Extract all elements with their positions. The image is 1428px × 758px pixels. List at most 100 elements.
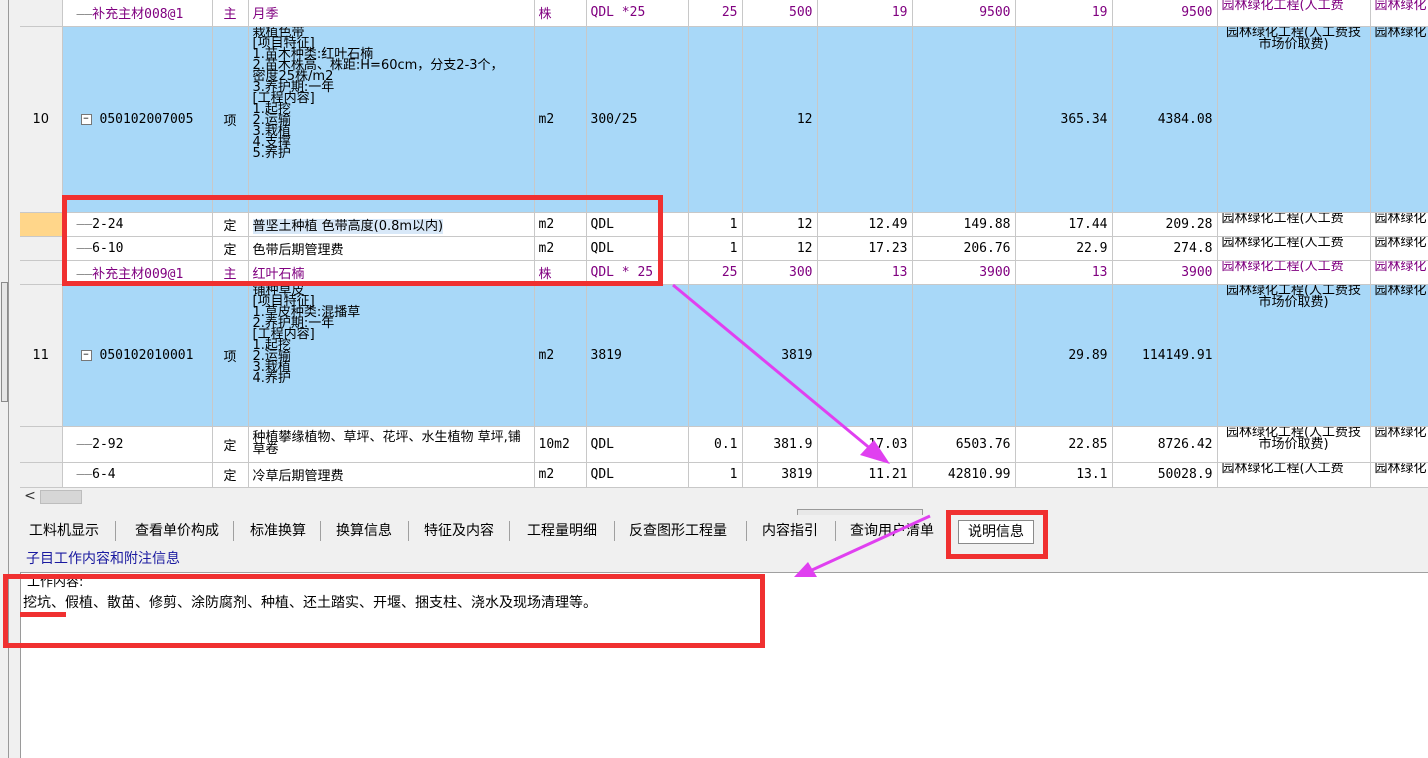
expression-cell[interactable]: QDL	[586, 236, 689, 261]
kind-cell[interactable]: 定	[212, 462, 249, 487]
code-cell[interactable]: —— 6-4	[62, 462, 213, 487]
composite-price-cell[interactable]: 29.89	[1015, 284, 1113, 427]
name-cell[interactable]: 红叶石楠	[248, 260, 535, 285]
table-row[interactable]: —— 6-4 定冷草后期管理费 m2 QDL 1 3819 11.21 42810.99 13.…	[20, 462, 1428, 487]
code-cell[interactable]: —— 2-24	[62, 212, 213, 237]
expression-cell[interactable]: QDL *25	[586, 0, 689, 27]
unit-price-cell[interactable]	[817, 26, 913, 213]
composite-price-cell[interactable]: 22.85	[1015, 426, 1113, 463]
quantity-cell[interactable]: 3819	[742, 462, 818, 487]
composite-total-cell[interactable]: 209.28	[1112, 212, 1218, 237]
ratio-cell[interactable]: 25	[688, 0, 743, 27]
composite-total-cell[interactable]: 50028.9	[1112, 462, 1218, 487]
total-cell[interactable]: 149.88	[912, 212, 1016, 237]
kind-cell[interactable]: 定	[212, 426, 249, 463]
code-cell[interactable]: −050102007005	[62, 26, 213, 213]
composite-total-cell[interactable]: 274.8	[1112, 236, 1218, 261]
table-row[interactable]: —— 6-10 定色带后期管理费 m2 QDL 1 12 17.23 206.76 22.9 27…	[20, 236, 1428, 261]
fee-category2-cell[interactable]: 园林绿化	[1370, 26, 1428, 213]
code-cell[interactable]: —— 补充主材009@1	[62, 260, 213, 285]
tab-query-user-list[interactable]: 查询用户清单	[844, 520, 940, 542]
unit-cell[interactable]: 株	[534, 0, 587, 27]
expression-cell[interactable]: QDL	[586, 212, 689, 237]
composite-total-cell[interactable]: 9500	[1112, 0, 1218, 27]
quantity-cell[interactable]: 12	[742, 26, 818, 213]
fee-category2-cell[interactable]: 园林绿化	[1370, 284, 1428, 427]
fee-category2-cell[interactable]: 园林绿化	[1370, 0, 1428, 27]
name-cell[interactable]: 铺种草皮 [项目特征] 1.草皮种类:混播草 2.养护期:一年 [工程内容] 1.起挖 2.…	[248, 284, 535, 427]
ratio-cell[interactable]: 1	[688, 212, 743, 237]
row-number-cell[interactable]	[20, 462, 63, 487]
name-cell[interactable]: 栽植色带 [项目特征] 1.苗木种类:红叶石楠 2.苗木株高、株距:H=60cm，分支…	[248, 26, 535, 213]
unit-price-cell[interactable]: 17.23	[817, 236, 913, 261]
kind-cell[interactable]: 项	[212, 26, 249, 213]
tab-description-info[interactable]: 说明信息	[958, 520, 1034, 544]
unit-price-cell[interactable]: 13	[817, 260, 913, 285]
panel-resize-grip[interactable]	[1, 282, 8, 402]
table-row[interactable]: —— 补充主材008@1 主月季株 QDL *25 25 500 19 9500 19 9500…	[20, 0, 1428, 27]
fee-category2-cell[interactable]: 园林绿化	[1370, 236, 1428, 261]
table-row[interactable]: 11−050102010001 项铺种草皮 [项目特征] 1.草皮种类:混播草 2.养护…	[20, 284, 1428, 427]
row-number-cell[interactable]: 10	[20, 26, 63, 213]
composite-price-cell[interactable]: 13	[1015, 260, 1113, 285]
row-number-cell[interactable]	[20, 260, 63, 285]
total-cell[interactable]: 9500	[912, 0, 1016, 27]
total-cell[interactable]	[912, 284, 1016, 427]
quantity-cell[interactable]: 381.9	[742, 426, 818, 463]
row-number-cell[interactable]	[20, 426, 63, 463]
fee-category2-cell[interactable]: 园林绿化	[1370, 212, 1428, 237]
kind-cell[interactable]: 定	[212, 236, 249, 261]
unit-cell[interactable]: m2	[534, 462, 587, 487]
fee-category-cell[interactable]: 园林绿化工程(人工费	[1217, 462, 1371, 487]
fee-category2-cell[interactable]: 园林绿化	[1370, 260, 1428, 285]
ratio-cell[interactable]	[688, 284, 743, 427]
ratio-cell[interactable]: 1	[688, 462, 743, 487]
collapse-icon[interactable]: −	[80, 349, 92, 361]
fee-category2-cell[interactable]: 园林绿化	[1370, 462, 1428, 487]
ratio-cell[interactable]: 0.1	[688, 426, 743, 463]
table-row[interactable]: 10−050102007005 项栽植色带 [项目特征] 1.苗木种类:红叶石楠 2.苗…	[20, 26, 1428, 213]
unit-price-cell[interactable]: 19	[817, 0, 913, 27]
total-cell[interactable]	[912, 26, 1016, 213]
expression-cell[interactable]: 300/25	[586, 26, 689, 213]
composite-price-cell[interactable]: 19	[1015, 0, 1113, 27]
composite-total-cell[interactable]: 114149.91	[1112, 284, 1218, 427]
tab-unit-price-composition[interactable]: 查看单价构成	[124, 520, 230, 542]
scroll-left-arrow-icon[interactable]: <	[22, 488, 38, 505]
row-number-cell[interactable]: 11	[20, 284, 63, 427]
name-cell[interactable]: 月季	[248, 0, 535, 27]
unit-cell[interactable]: 株	[534, 260, 587, 285]
horizontal-scrollbar[interactable]: <	[20, 487, 1428, 505]
row-number-cell[interactable]	[20, 236, 63, 261]
kind-cell[interactable]: 主	[212, 0, 249, 27]
unit-price-cell[interactable]	[817, 284, 913, 427]
unit-cell[interactable]: m2	[534, 284, 587, 427]
unit-cell[interactable]: 10m2	[534, 426, 587, 463]
composite-total-cell[interactable]: 3900	[1112, 260, 1218, 285]
tab-features-content[interactable]: 特征及内容	[416, 520, 502, 542]
composite-total-cell[interactable]: 8726.42	[1112, 426, 1218, 463]
total-cell[interactable]: 6503.76	[912, 426, 1016, 463]
kind-cell[interactable]: 主	[212, 260, 249, 285]
total-cell[interactable]: 206.76	[912, 236, 1016, 261]
row-number-cell[interactable]	[20, 212, 63, 237]
expression-cell[interactable]: QDL * 25	[586, 260, 689, 285]
unit-cell[interactable]: m2	[534, 212, 587, 237]
tab-conversion-info[interactable]: 换算信息	[328, 520, 400, 542]
unit-price-cell[interactable]: 12.49	[817, 212, 913, 237]
total-cell[interactable]: 42810.99	[912, 462, 1016, 487]
name-cell[interactable]: 色带后期管理费	[248, 236, 535, 261]
name-cell[interactable]: 冷草后期管理费	[248, 462, 535, 487]
unit-cell[interactable]: m2	[534, 236, 587, 261]
composite-price-cell[interactable]: 13.1	[1015, 462, 1113, 487]
unit-price-cell[interactable]: 17.03	[817, 426, 913, 463]
fee-category-cell[interactable]: 园林绿化工程(人工费技市场价取费)	[1217, 426, 1371, 463]
expression-cell[interactable]: 3819	[586, 284, 689, 427]
composite-total-cell[interactable]: 4384.08	[1112, 26, 1218, 213]
unit-price-cell[interactable]: 11.21	[817, 462, 913, 487]
tab-quantity-detail[interactable]: 工程量明细	[518, 520, 606, 542]
composite-price-cell[interactable]: 22.9	[1015, 236, 1113, 261]
total-cell[interactable]: 3900	[912, 260, 1016, 285]
name-cell[interactable]: 普坚土种植 色带高度(0.8m以内)	[248, 212, 535, 237]
row-number-cell[interactable]	[20, 0, 63, 27]
